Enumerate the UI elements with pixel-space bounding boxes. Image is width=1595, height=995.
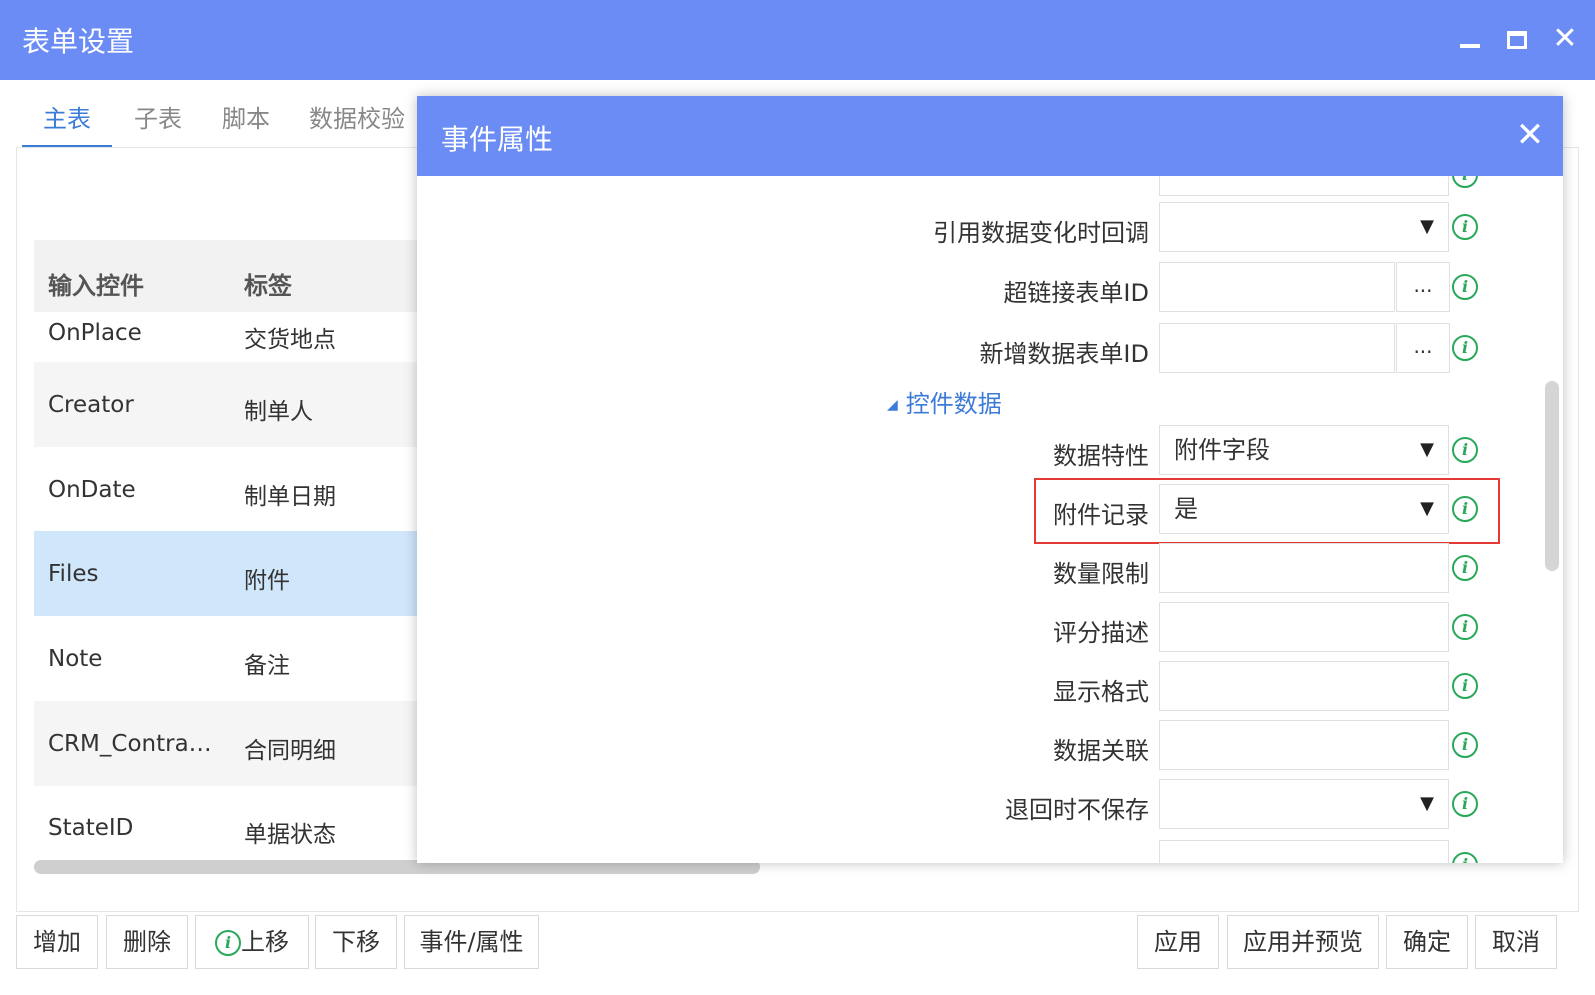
property-label: 附件记录 bbox=[1053, 501, 1149, 529]
cancel-button[interactable]: 取消 bbox=[1475, 915, 1557, 969]
info-icon: i bbox=[1452, 214, 1478, 240]
maximize-button[interactable] bbox=[1500, 22, 1534, 56]
info-icon: i bbox=[1452, 732, 1478, 758]
chevron-down-icon: ▼ bbox=[1420, 216, 1434, 237]
cell-control: OnPlace bbox=[48, 320, 142, 346]
dialog-close-button[interactable]: ✕ bbox=[1513, 116, 1547, 154]
property-info-button[interactable]: i bbox=[1452, 176, 1478, 188]
property-label: 数据关联 bbox=[1053, 737, 1149, 765]
chevron-down-icon: ▼ bbox=[1420, 793, 1434, 814]
dialog-title: 事件属性 bbox=[441, 123, 554, 156]
info-icon: i bbox=[1452, 176, 1478, 188]
tab-sub-table[interactable]: 子表 bbox=[118, 94, 198, 148]
tab-script[interactable]: 脚本 bbox=[206, 94, 286, 148]
info-icon: i bbox=[1452, 673, 1478, 699]
info-icon: i bbox=[215, 930, 241, 956]
cell-control: Note bbox=[48, 646, 103, 672]
cell-label: 制单日期 bbox=[244, 484, 336, 510]
property-input[interactable] bbox=[1159, 543, 1449, 593]
apply-preview-button[interactable]: 应用并预览 bbox=[1227, 915, 1379, 969]
property-label: 数据特性 bbox=[1053, 442, 1149, 470]
cell-label: 备注 bbox=[244, 653, 290, 679]
property-input[interactable] bbox=[1159, 720, 1449, 770]
property-info-button[interactable]: i bbox=[1452, 335, 1478, 361]
cell-label: 交货地点 bbox=[244, 327, 336, 353]
property-input[interactable] bbox=[1159, 602, 1449, 652]
property-info-button[interactable]: i bbox=[1452, 555, 1478, 581]
move-up-button[interactable]: i 上移 bbox=[195, 915, 309, 969]
property-label: 退回时不保存 bbox=[1005, 796, 1149, 824]
property-value: 附件字段 bbox=[1174, 436, 1270, 464]
vertical-scrollbar-thumb[interactable] bbox=[1545, 381, 1559, 571]
ok-button[interactable]: 确定 bbox=[1386, 915, 1468, 969]
cell-control: CRM_Contra… bbox=[48, 731, 212, 757]
lookup-button[interactable]: ... bbox=[1396, 323, 1450, 373]
property-input[interactable] bbox=[1159, 323, 1395, 373]
property-input-partial[interactable] bbox=[1159, 176, 1449, 196]
section-header-control-data[interactable]: ◢ 控件数据 bbox=[887, 384, 1002, 419]
property-input-partial[interactable] bbox=[1159, 840, 1449, 863]
property-label: 新增数据表单ID bbox=[979, 340, 1149, 368]
property-input[interactable] bbox=[1159, 262, 1395, 312]
property-info-button[interactable]: i bbox=[1452, 732, 1478, 758]
property-info-button[interactable]: i bbox=[1452, 214, 1478, 240]
dialog-body: i 引用数据变化时回调 ▼ i 超链接表单ID ... i 新增数据表单ID .… bbox=[417, 176, 1563, 863]
property-value: 是 bbox=[1174, 495, 1198, 523]
property-info-button[interactable]: i bbox=[1452, 673, 1478, 699]
collapse-triangle-icon: ◢ bbox=[887, 397, 898, 413]
property-input[interactable] bbox=[1159, 661, 1449, 711]
minimize-icon bbox=[1460, 44, 1480, 48]
property-select[interactable]: 附件字段 ▼ bbox=[1159, 425, 1449, 475]
add-button[interactable]: 增加 bbox=[16, 915, 98, 969]
tab-data-validation[interactable]: 数据校验 bbox=[302, 94, 412, 148]
tab-main-table[interactable]: 主表 bbox=[22, 94, 112, 148]
maximize-icon bbox=[1507, 31, 1527, 49]
cell-control: StateID bbox=[48, 815, 134, 841]
property-info-button[interactable]: i bbox=[1452, 614, 1478, 640]
property-label: 显示格式 bbox=[1053, 678, 1149, 706]
event-properties-button[interactable]: 事件/属性 bbox=[404, 915, 539, 969]
property-info-button[interactable]: i bbox=[1452, 496, 1478, 522]
lookup-button[interactable]: ... bbox=[1396, 262, 1450, 312]
property-info-button[interactable]: i bbox=[1452, 437, 1478, 463]
move-down-button[interactable]: 下移 bbox=[315, 915, 397, 969]
cell-control: Creator bbox=[48, 392, 134, 418]
cell-label: 制单人 bbox=[244, 399, 313, 425]
info-icon: i bbox=[1452, 496, 1478, 522]
property-label: 评分描述 bbox=[1053, 619, 1149, 647]
chevron-down-icon: ▼ bbox=[1420, 498, 1434, 519]
property-label: 引用数据变化时回调 bbox=[933, 219, 1149, 247]
info-icon: i bbox=[1452, 335, 1478, 361]
cell-label: 合同明细 bbox=[244, 738, 336, 764]
chevron-down-icon: ▼ bbox=[1420, 439, 1434, 460]
info-icon: i bbox=[1452, 274, 1478, 300]
cell-control: OnDate bbox=[48, 477, 136, 503]
property-info-button[interactable]: i bbox=[1452, 852, 1478, 863]
move-up-label: 上移 bbox=[241, 928, 289, 956]
property-select[interactable]: ▼ bbox=[1159, 779, 1449, 829]
dialog-titlebar: 事件属性 ✕ bbox=[417, 96, 1563, 176]
property-info-button[interactable]: i bbox=[1452, 791, 1478, 817]
delete-button[interactable]: 删除 bbox=[106, 915, 188, 969]
property-label: 数量限制 bbox=[1053, 560, 1149, 588]
window-title: 表单设置 bbox=[22, 25, 135, 58]
event-properties-dialog: 事件属性 ✕ i 引用数据变化时回调 ▼ i 超链接表单ID ... i 新增数… bbox=[417, 96, 1563, 863]
property-select[interactable]: ▼ bbox=[1159, 202, 1449, 252]
info-icon: i bbox=[1452, 555, 1478, 581]
property-select[interactable]: 是 ▼ bbox=[1159, 484, 1449, 534]
window-close-button[interactable]: ✕ bbox=[1548, 22, 1582, 56]
window-titlebar: 表单设置 ✕ bbox=[0, 0, 1595, 80]
info-icon: i bbox=[1452, 852, 1478, 863]
info-icon: i bbox=[1452, 614, 1478, 640]
cell-label: 单据状态 bbox=[244, 822, 336, 848]
minimize-button[interactable] bbox=[1452, 22, 1486, 56]
cell-control: Files bbox=[48, 561, 99, 587]
info-icon: i bbox=[1452, 791, 1478, 817]
property-info-button[interactable]: i bbox=[1452, 274, 1478, 300]
section-title: 控件数据 bbox=[905, 390, 1002, 418]
cell-label: 附件 bbox=[244, 568, 290, 594]
info-icon: i bbox=[1452, 437, 1478, 463]
apply-button[interactable]: 应用 bbox=[1137, 915, 1219, 969]
property-label: 超链接表单ID bbox=[1003, 279, 1149, 307]
